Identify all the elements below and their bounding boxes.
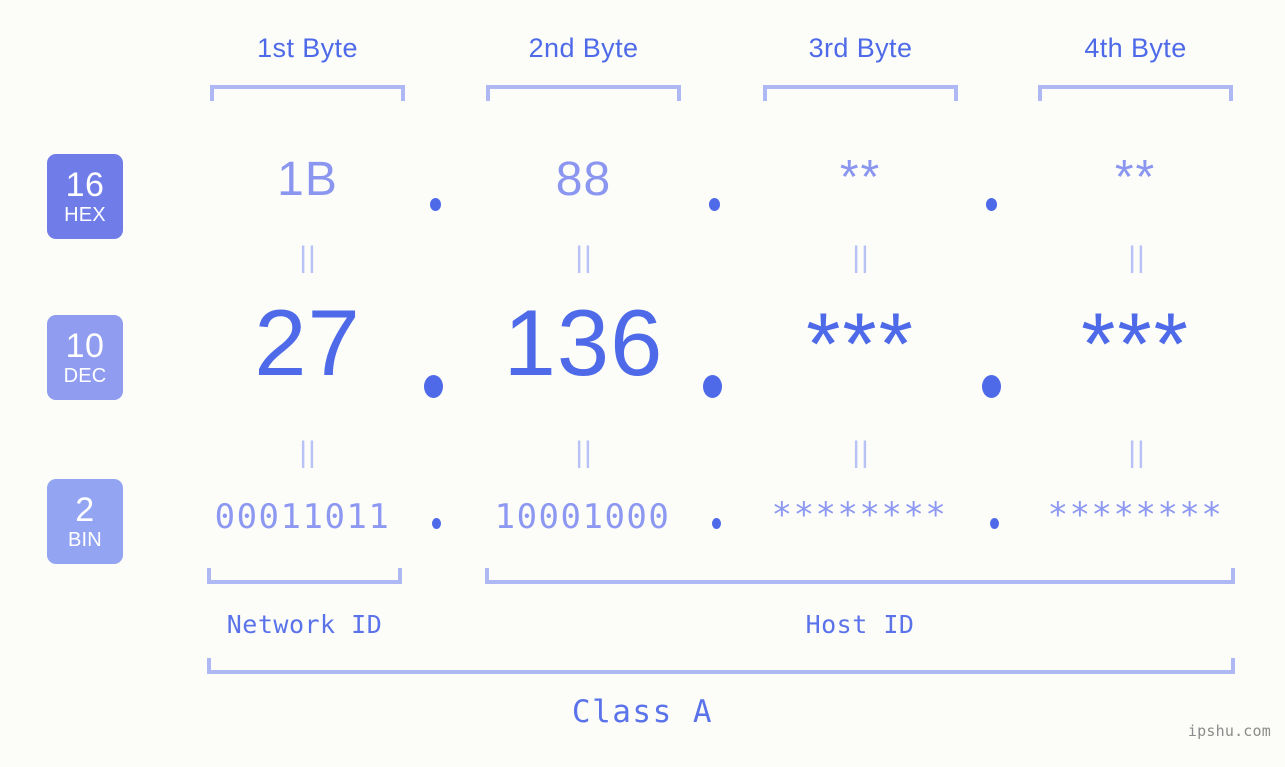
ip-byte-breakdown-diagram: 1st Byte 2nd Byte 3rd Byte 4th Byte 16 H… bbox=[0, 0, 1285, 767]
byte-bracket-2 bbox=[486, 85, 681, 101]
dec-byte-1-value: 27 bbox=[254, 290, 361, 395]
byte-header-2: 2nd Byte bbox=[528, 33, 639, 63]
equals-connector-dec-bin-4: || bbox=[1128, 436, 1146, 469]
hex-separator-dot-3 bbox=[986, 198, 997, 211]
dec-separator-dot-2 bbox=[703, 375, 722, 398]
bin-separator-dot-3 bbox=[990, 518, 999, 529]
equals-connector-dec-bin-1: || bbox=[299, 436, 317, 469]
bin-byte-1-value: 00011011 bbox=[214, 497, 391, 537]
base-badge-bin: 2 BIN bbox=[47, 479, 123, 564]
hex-byte-4-value: ** bbox=[1114, 151, 1157, 204]
equals-connector-hex-dec-3: || bbox=[852, 241, 870, 274]
dec-separator-dot-3 bbox=[982, 375, 1001, 398]
bin-byte-2-value: 10001000 bbox=[494, 497, 671, 537]
byte-header-4: 4th Byte bbox=[1084, 33, 1187, 63]
base-badge-hex-number: 16 bbox=[65, 166, 105, 204]
byte-bracket-1 bbox=[210, 85, 405, 101]
base-badge-dec-label: DEC bbox=[63, 365, 107, 387]
site-watermark: ipshu.com bbox=[1187, 722, 1271, 740]
base-badge-dec-number: 10 bbox=[65, 327, 105, 365]
hex-separator-dot-2 bbox=[709, 198, 720, 211]
hex-byte-2-value: 88 bbox=[555, 153, 612, 206]
dec-byte-4-value: *** bbox=[1081, 294, 1190, 393]
hex-byte-3-value: ** bbox=[839, 151, 882, 204]
hex-byte-1-value: 1B bbox=[277, 153, 338, 206]
base-badge-dec: 10 DEC bbox=[47, 315, 123, 400]
base-badge-bin-number: 2 bbox=[75, 491, 95, 529]
equals-connector-dec-bin-2: || bbox=[575, 436, 593, 469]
bin-byte-4-value: ******** bbox=[1047, 495, 1224, 535]
byte-header-1: 1st Byte bbox=[257, 33, 358, 63]
host-id-label: Host ID bbox=[805, 610, 915, 639]
dec-separator-dot-1 bbox=[424, 375, 443, 398]
equals-connector-hex-dec-4: || bbox=[1128, 241, 1146, 274]
bin-byte-3-value: ******** bbox=[771, 495, 948, 535]
base-badge-hex: 16 HEX bbox=[47, 154, 123, 239]
bin-separator-dot-2 bbox=[712, 518, 721, 529]
dec-byte-3-value: *** bbox=[806, 294, 915, 393]
class-label: Class A bbox=[571, 694, 714, 730]
host-id-bracket bbox=[485, 568, 1235, 584]
byte-bracket-3 bbox=[763, 85, 958, 101]
network-id-bracket bbox=[207, 568, 402, 584]
hex-separator-dot-1 bbox=[430, 198, 441, 211]
equals-connector-hex-dec-1: || bbox=[299, 241, 317, 274]
network-id-label: Network ID bbox=[226, 610, 383, 639]
base-badge-hex-label: HEX bbox=[64, 204, 106, 226]
byte-bracket-4 bbox=[1038, 85, 1233, 101]
bin-separator-dot-1 bbox=[432, 518, 441, 529]
byte-header-3: 3rd Byte bbox=[808, 33, 913, 63]
equals-connector-dec-bin-3: || bbox=[852, 436, 870, 469]
dec-byte-2-value: 136 bbox=[503, 290, 664, 395]
class-bracket bbox=[207, 658, 1235, 674]
equals-connector-hex-dec-2: || bbox=[575, 241, 593, 274]
base-badge-bin-label: BIN bbox=[68, 529, 102, 551]
